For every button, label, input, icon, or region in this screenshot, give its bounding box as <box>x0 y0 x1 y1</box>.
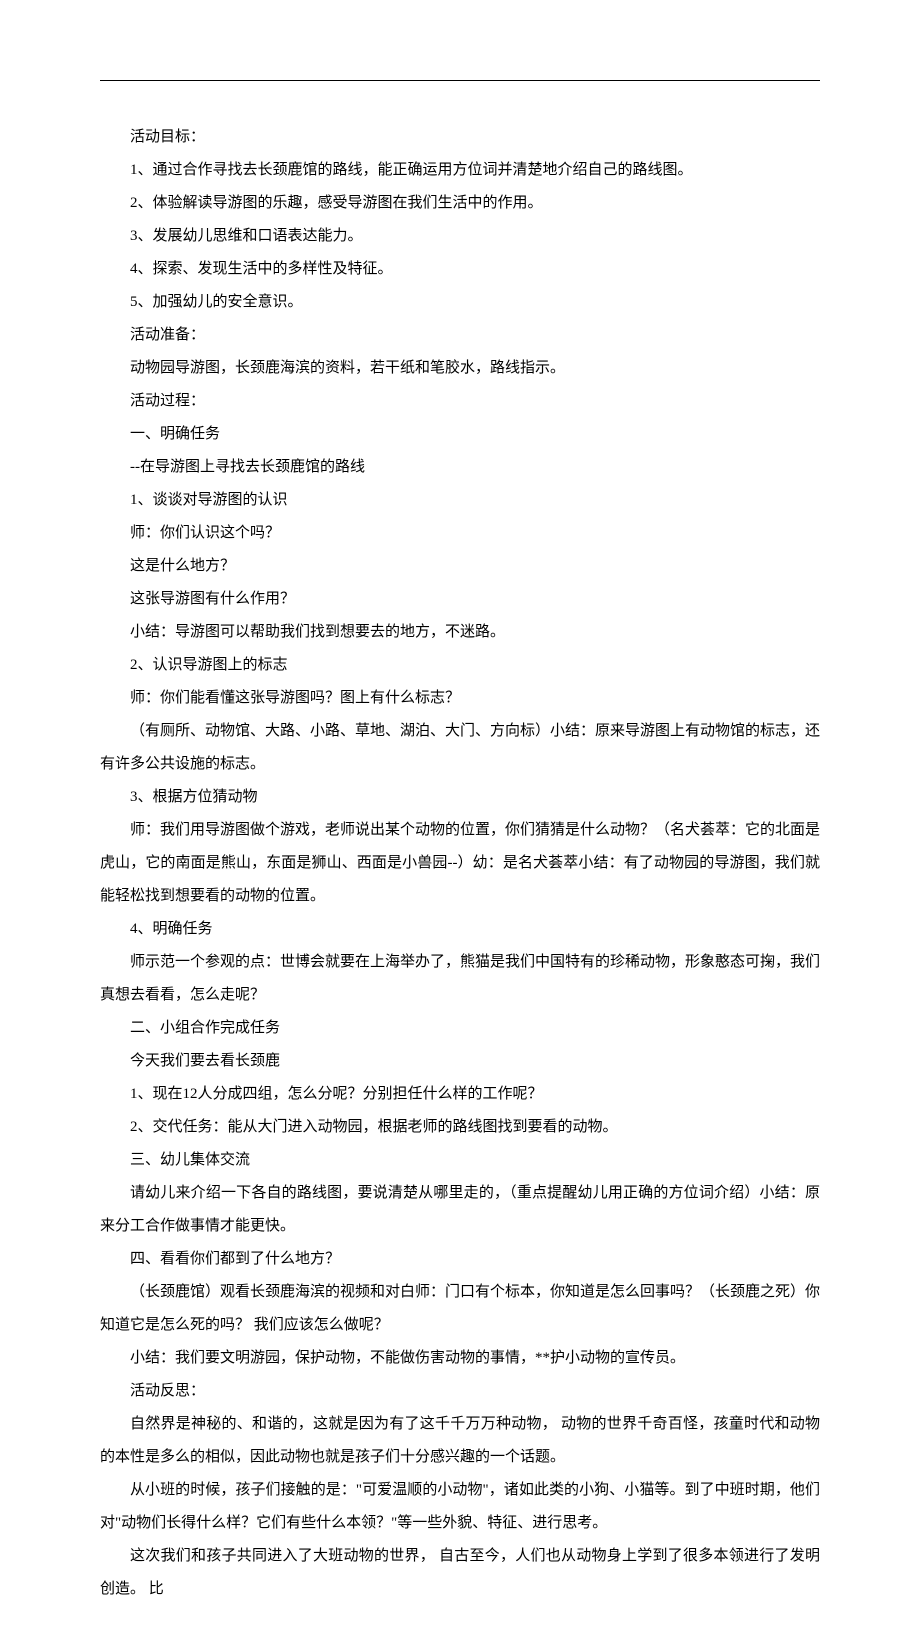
paragraph: 这次我们和孩子共同进入了大班动物的世界， 自古至今，人们也从动物身上学到了很多本… <box>100 1540 820 1606</box>
paragraph: （长颈鹿馆）观看长颈鹿海滨的视频和对白师：门口有个标本，你知道是怎么回事吗？（长… <box>100 1276 820 1342</box>
paragraph: 小结：导游图可以帮助我们找到想要去的地方，不迷路。 <box>100 616 820 649</box>
paragraph: 从小班的时候，孩子们接触的是："可爱温顺的小动物"，诸如此类的小狗、小猫等。到了… <box>100 1474 820 1540</box>
paragraph: 活动目标： <box>100 121 820 154</box>
paragraph: 师：你们能看懂这张导游图吗？图上有什么标志？ <box>100 682 820 715</box>
paragraph: 师：你们认识这个吗？ <box>100 517 820 550</box>
paragraph: 3、发展幼儿思维和口语表达能力。 <box>100 220 820 253</box>
paragraph: 二、小组合作完成任务 <box>100 1012 820 1045</box>
paragraph: 这是什么地方？ <box>100 550 820 583</box>
horizontal-rule <box>100 80 820 81</box>
paragraph: 1、通过合作寻找去长颈鹿馆的路线，能正确运用方位词并清楚地介绍自己的路线图。 <box>100 154 820 187</box>
paragraph: 三、幼儿集体交流 <box>100 1144 820 1177</box>
paragraph: 今天我们要去看长颈鹿 <box>100 1045 820 1078</box>
paragraph: 自然界是神秘的、和谐的，这就是因为有了这千千万万种动物， 动物的世界千奇百怪，孩… <box>100 1408 820 1474</box>
document-content: 活动目标：1、通过合作寻找去长颈鹿馆的路线，能正确运用方位词并清楚地介绍自己的路… <box>100 121 820 1606</box>
paragraph: 活动反思： <box>100 1375 820 1408</box>
paragraph: （有厕所、动物馆、大路、小路、草地、湖泊、大门、方向标）小结：原来导游图上有动物… <box>100 715 820 781</box>
paragraph: 2、认识导游图上的标志 <box>100 649 820 682</box>
paragraph: 师示范一个参观的点：世博会就要在上海举办了，熊猫是我们中国特有的珍稀动物，形象憨… <box>100 946 820 1012</box>
paragraph: 4、探索、发现生活中的多样性及特征。 <box>100 253 820 286</box>
paragraph: 这张导游图有什么作用？ <box>100 583 820 616</box>
paragraph: 一、明确任务 <box>100 418 820 451</box>
paragraph: 四、看看你们都到了什么地方？ <box>100 1243 820 1276</box>
paragraph: 4、明确任务 <box>100 913 820 946</box>
paragraph: 活动过程： <box>100 385 820 418</box>
paragraph: 1、谈谈对导游图的认识 <box>100 484 820 517</box>
paragraph: 1、现在12人分成四组，怎么分呢？分别担任什么样的工作呢？ <box>100 1078 820 1111</box>
paragraph: 5、加强幼儿的安全意识。 <box>100 286 820 319</box>
paragraph: 2、交代任务：能从大门进入动物园，根据老师的路线图找到要看的动物。 <box>100 1111 820 1144</box>
paragraph: 小结：我们要文明游园，保护动物，不能做伤害动物的事情，**护小动物的宣传员。 <box>100 1342 820 1375</box>
paragraph: 动物园导游图，长颈鹿海滨的资料，若干纸和笔胶水，路线指示。 <box>100 352 820 385</box>
paragraph: 活动准备： <box>100 319 820 352</box>
paragraph: --在导游图上寻找去长颈鹿馆的路线 <box>100 451 820 484</box>
paragraph: 请幼儿来介绍一下各自的路线图，要说清楚从哪里走的，（重点提醒幼儿用正确的方位词介… <box>100 1177 820 1243</box>
paragraph: 2、体验解读导游图的乐趣，感受导游图在我们生活中的作用。 <box>100 187 820 220</box>
paragraph: 3、根据方位猜动物 <box>100 781 820 814</box>
paragraph: 师：我们用导游图做个游戏，老师说出某个动物的位置，你们猜猜是什么动物？（名犬荟萃… <box>100 814 820 913</box>
